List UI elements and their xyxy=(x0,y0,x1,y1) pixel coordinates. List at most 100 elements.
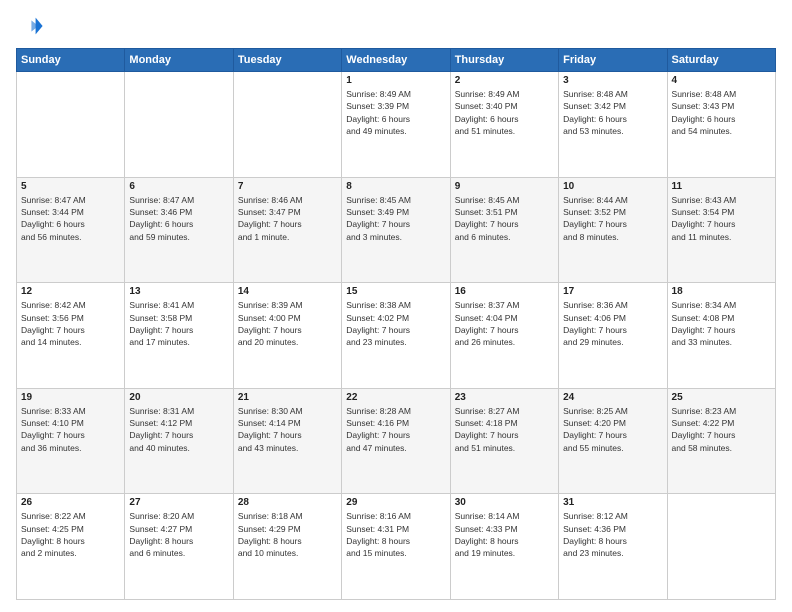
day-number: 15 xyxy=(346,286,445,297)
day-info: Sunrise: 8:39 AM Sunset: 4:00 PM Dayligh… xyxy=(238,299,337,348)
day-number: 19 xyxy=(21,392,120,403)
day-info: Sunrise: 8:34 AM Sunset: 4:08 PM Dayligh… xyxy=(672,299,771,348)
day-info: Sunrise: 8:22 AM Sunset: 4:25 PM Dayligh… xyxy=(21,510,120,559)
day-number: 8 xyxy=(346,181,445,192)
calendar-cell: 4 Sunrise: 8:48 AM Sunset: 3:43 PM Daylig… xyxy=(667,72,775,178)
day-info: Sunrise: 8:20 AM Sunset: 4:27 PM Dayligh… xyxy=(129,510,228,559)
calendar-table: SundayMondayTuesdayWednesdayThursdayFrid… xyxy=(16,48,776,600)
day-number: 11 xyxy=(672,181,771,192)
day-info: Sunrise: 8:12 AM Sunset: 4:36 PM Dayligh… xyxy=(563,510,662,559)
calendar-cell: 3 Sunrise: 8:48 AM Sunset: 3:42 PM Daylig… xyxy=(559,72,667,178)
day-info: Sunrise: 8:33 AM Sunset: 4:10 PM Dayligh… xyxy=(21,405,120,454)
day-info: Sunrise: 8:37 AM Sunset: 4:04 PM Dayligh… xyxy=(455,299,554,348)
day-number: 2 xyxy=(455,75,554,86)
day-number: 29 xyxy=(346,497,445,508)
day-header: Thursday xyxy=(450,49,558,72)
day-number: 5 xyxy=(21,181,120,192)
day-number: 18 xyxy=(672,286,771,297)
calendar-cell: 30 Sunrise: 8:14 AM Sunset: 4:33 PM Dayli… xyxy=(450,494,558,600)
day-number: 1 xyxy=(346,75,445,86)
calendar-cell: 27Sunrise: 8:20 AM Sunset: 4:27 PM Dayli… xyxy=(125,494,233,600)
day-number: 25 xyxy=(672,392,771,403)
day-info: Sunrise: 8:48 AM Sunset: 3:42 PM Dayligh… xyxy=(563,88,662,137)
day-info: Sunrise: 8:14 AM Sunset: 4:33 PM Dayligh… xyxy=(455,510,554,559)
day-header: Wednesday xyxy=(342,49,450,72)
day-info: Sunrise: 8:36 AM Sunset: 4:06 PM Dayligh… xyxy=(563,299,662,348)
calendar-cell: 26 Sunrise: 8:22 AM Sunset: 4:25 PM Dayli… xyxy=(17,494,125,600)
day-header: Friday xyxy=(559,49,667,72)
calendar-cell: 7 Sunrise: 8:46 AM Sunset: 3:47 PM Daylig… xyxy=(233,177,341,283)
calendar-cell: 29 Sunrise: 8:16 AM Sunset: 4:31 PM Dayli… xyxy=(342,494,450,600)
calendar-cell: 1 Sunrise: 8:49 AM Sunset: 3:39 PM Daylig… xyxy=(342,72,450,178)
day-info: Sunrise: 8:25 AM Sunset: 4:20 PM Dayligh… xyxy=(563,405,662,454)
calendar-cell xyxy=(667,494,775,600)
day-number: 17 xyxy=(563,286,662,297)
calendar-cell: 17 Sunrise: 8:36 AM Sunset: 4:06 PM Dayli… xyxy=(559,283,667,389)
day-number: 9 xyxy=(455,181,554,192)
day-number: 3 xyxy=(563,75,662,86)
calendar-cell xyxy=(233,72,341,178)
day-number: 21 xyxy=(238,392,337,403)
calendar-cell: 5 Sunrise: 8:47 AM Sunset: 3:44 PM Daylig… xyxy=(17,177,125,283)
calendar-cell: 21 Sunrise: 8:30 AM Sunset: 4:14 PM Dayli… xyxy=(233,388,341,494)
day-header: Saturday xyxy=(667,49,775,72)
day-header: Monday xyxy=(125,49,233,72)
day-info: Sunrise: 8:47 AM Sunset: 3:44 PM Dayligh… xyxy=(21,194,120,243)
day-info: Sunrise: 8:49 AM Sunset: 3:39 PM Dayligh… xyxy=(346,88,445,137)
day-info: Sunrise: 8:31 AM Sunset: 4:12 PM Dayligh… xyxy=(129,405,228,454)
calendar-cell xyxy=(17,72,125,178)
calendar-cell: 2 Sunrise: 8:49 AM Sunset: 3:40 PM Daylig… xyxy=(450,72,558,178)
calendar-cell: 15 Sunrise: 8:38 AM Sunset: 4:02 PM Dayli… xyxy=(342,283,450,389)
calendar-cell: 8 Sunrise: 8:45 AM Sunset: 3:49 PM Daylig… xyxy=(342,177,450,283)
day-header: Tuesday xyxy=(233,49,341,72)
day-number: 13 xyxy=(129,286,228,297)
day-info: Sunrise: 8:49 AM Sunset: 3:40 PM Dayligh… xyxy=(455,88,554,137)
calendar-cell: 20 Sunrise: 8:31 AM Sunset: 4:12 PM Dayli… xyxy=(125,388,233,494)
day-header: Sunday xyxy=(17,49,125,72)
day-info: Sunrise: 8:45 AM Sunset: 3:49 PM Dayligh… xyxy=(346,194,445,243)
day-info: Sunrise: 8:23 AM Sunset: 4:22 PM Dayligh… xyxy=(672,405,771,454)
day-info: Sunrise: 8:30 AM Sunset: 4:14 PM Dayligh… xyxy=(238,405,337,454)
day-info: Sunrise: 8:43 AM Sunset: 3:54 PM Dayligh… xyxy=(672,194,771,243)
day-number: 23 xyxy=(455,392,554,403)
day-info: Sunrise: 8:16 AM Sunset: 4:31 PM Dayligh… xyxy=(346,510,445,559)
day-info: Sunrise: 8:42 AM Sunset: 3:56 PM Dayligh… xyxy=(21,299,120,348)
calendar-cell: 23 Sunrise: 8:27 AM Sunset: 4:18 PM Dayli… xyxy=(450,388,558,494)
day-info: Sunrise: 8:45 AM Sunset: 3:51 PM Dayligh… xyxy=(455,194,554,243)
day-number: 6 xyxy=(129,181,228,192)
day-number: 4 xyxy=(672,75,771,86)
calendar-cell: 19 Sunrise: 8:33 AM Sunset: 4:10 PM Dayli… xyxy=(17,388,125,494)
day-info: Sunrise: 8:41 AM Sunset: 3:58 PM Dayligh… xyxy=(129,299,228,348)
day-info: Sunrise: 8:28 AM Sunset: 4:16 PM Dayligh… xyxy=(346,405,445,454)
day-info: Sunrise: 8:48 AM Sunset: 3:43 PM Dayligh… xyxy=(672,88,771,137)
calendar-cell: 9 Sunrise: 8:45 AM Sunset: 3:51 PM Daylig… xyxy=(450,177,558,283)
calendar-cell: 31 Sunrise: 8:12 AM Sunset: 4:36 PM Dayli… xyxy=(559,494,667,600)
logo-icon xyxy=(16,12,44,40)
logo xyxy=(16,12,48,40)
calendar-cell: 28 Sunrise: 8:18 AM Sunset: 4:29 PM Dayli… xyxy=(233,494,341,600)
calendar-cell: 11 Sunrise: 8:43 AM Sunset: 3:54 PM Dayli… xyxy=(667,177,775,283)
day-number: 16 xyxy=(455,286,554,297)
day-number: 30 xyxy=(455,497,554,508)
calendar-cell xyxy=(125,72,233,178)
day-number: 20 xyxy=(129,392,228,403)
day-number: 26 xyxy=(21,497,120,508)
day-info: Sunrise: 8:27 AM Sunset: 4:18 PM Dayligh… xyxy=(455,405,554,454)
calendar-cell: 6 Sunrise: 8:47 AM Sunset: 3:46 PM Daylig… xyxy=(125,177,233,283)
day-number: 28 xyxy=(238,497,337,508)
calendar-cell: 12Sunrise: 8:42 AM Sunset: 3:56 PM Dayli… xyxy=(17,283,125,389)
calendar-cell: 10Sunrise: 8:44 AM Sunset: 3:52 PM Dayli… xyxy=(559,177,667,283)
day-info: Sunrise: 8:38 AM Sunset: 4:02 PM Dayligh… xyxy=(346,299,445,348)
page: SundayMondayTuesdayWednesdayThursdayFrid… xyxy=(0,0,792,612)
header xyxy=(16,12,776,40)
calendar-cell: 25 Sunrise: 8:23 AM Sunset: 4:22 PM Dayli… xyxy=(667,388,775,494)
calendar-cell: 18 Sunrise: 8:34 AM Sunset: 4:08 PM Dayli… xyxy=(667,283,775,389)
day-number: 22 xyxy=(346,392,445,403)
day-info: Sunrise: 8:47 AM Sunset: 3:46 PM Dayligh… xyxy=(129,194,228,243)
day-info: Sunrise: 8:46 AM Sunset: 3:47 PM Dayligh… xyxy=(238,194,337,243)
day-number: 7 xyxy=(238,181,337,192)
day-info: Sunrise: 8:18 AM Sunset: 4:29 PM Dayligh… xyxy=(238,510,337,559)
calendar-cell: 16 Sunrise: 8:37 AM Sunset: 4:04 PM Dayli… xyxy=(450,283,558,389)
day-number: 31 xyxy=(563,497,662,508)
calendar-cell: 22 Sunrise: 8:28 AM Sunset: 4:16 PM Dayli… xyxy=(342,388,450,494)
